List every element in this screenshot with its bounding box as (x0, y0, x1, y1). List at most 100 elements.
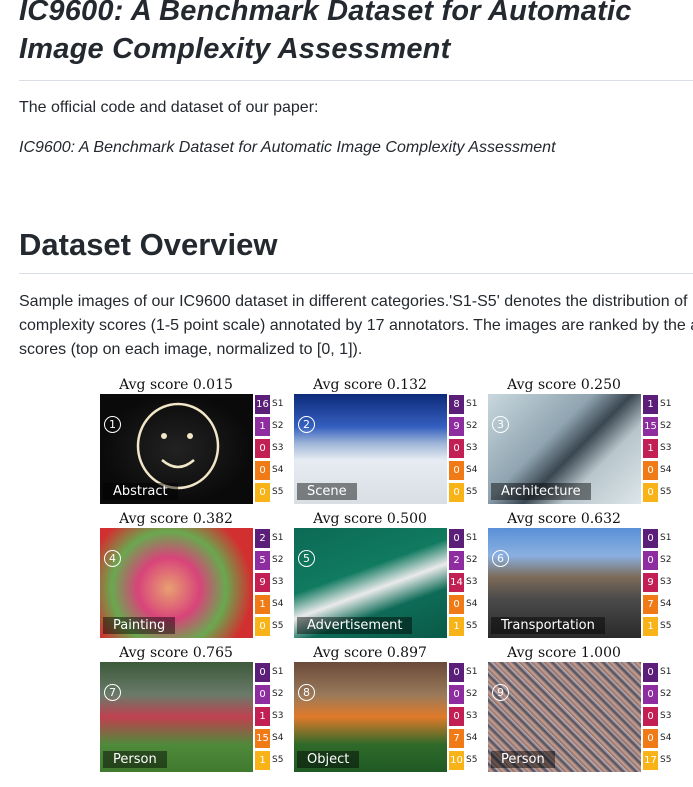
score-row: 9 S3 (255, 572, 288, 592)
score-row: 1 S5 (643, 616, 676, 636)
score-count: 0 (255, 461, 270, 480)
score-label: S3 (466, 711, 478, 721)
score-count: 8 (449, 395, 464, 414)
score-row: 15 S2 (643, 416, 676, 436)
score-row: 17 S5 (643, 750, 676, 770)
score-row: 10 S5 (449, 750, 482, 770)
score-label: S4 (272, 599, 284, 609)
score-label: S1 (272, 399, 284, 409)
title-divider (19, 80, 693, 81)
category-label: Person (103, 751, 167, 768)
sample-tile: Avg score 0.382 4 Painting 2 S1 5 S2 9 S3 1 S4 0 S5 (97, 510, 288, 642)
score-label: S3 (272, 443, 284, 453)
score-label: S4 (272, 465, 284, 475)
score-count: 0 (449, 439, 464, 458)
score-count: 1 (255, 595, 270, 614)
score-label: S5 (660, 755, 672, 765)
score-count: 0 (643, 707, 658, 726)
score-label: S2 (660, 555, 672, 565)
sample-image: 3 Architecture (488, 394, 641, 504)
paper-title-text: IC9600: A Benchmark Dataset for Automati… (19, 139, 556, 156)
score-distribution: 16 S1 1 S2 0 S3 0 S4 0 S5 (255, 394, 288, 504)
avg-score-label: Avg score 0.765 (119, 645, 233, 661)
score-row: 0 S1 (255, 662, 288, 682)
score-count: 0 (643, 483, 658, 502)
score-count: 10 (449, 751, 464, 770)
score-row: 1 S5 (255, 750, 288, 770)
score-count: 0 (449, 663, 464, 682)
score-row: 0 S4 (255, 460, 288, 480)
score-count: 15 (643, 417, 658, 436)
description-line-2: complexity scores (1-5 point scale) anno… (19, 317, 693, 334)
score-label: S1 (660, 399, 672, 409)
sample-tile: Avg score 0.250 3 Architecture 1 S1 15 S2 1 S3 0 S… (485, 376, 676, 508)
score-label: S4 (660, 733, 672, 743)
category-label: Abstract (103, 483, 178, 500)
score-row: 0 S1 (643, 528, 676, 548)
score-count: 9 (449, 417, 464, 436)
rank-number-badge: 6 (492, 550, 509, 567)
score-row: 15 S4 (255, 728, 288, 748)
score-count: 0 (449, 483, 464, 502)
title-line-1: IC9600: A Benchmark Dataset for Automati… (19, 0, 632, 27)
score-count: 0 (449, 529, 464, 548)
sample-image: 9 Person (488, 662, 641, 772)
score-label: S4 (660, 599, 672, 609)
section-heading: Dataset Overview (19, 227, 278, 262)
score-row: 7 S4 (449, 728, 482, 748)
score-count: 0 (643, 729, 658, 748)
score-row: 2 S1 (255, 528, 288, 548)
avg-score-label: Avg score 0.632 (507, 511, 621, 527)
score-row: 0 S1 (449, 528, 482, 548)
score-count: 17 (643, 751, 658, 770)
avg-score-label: Avg score 0.382 (119, 511, 233, 527)
score-count: 9 (255, 573, 270, 592)
score-label: S3 (660, 711, 672, 721)
score-count: 0 (643, 461, 658, 480)
score-label: S1 (466, 399, 478, 409)
category-label: Architecture (491, 483, 591, 500)
category-label: Advertisement (297, 617, 413, 634)
score-count: 0 (449, 595, 464, 614)
score-label: S1 (272, 667, 284, 677)
description-line-3: scores (top on each image, normalized to… (19, 341, 363, 358)
score-row: 0 S3 (643, 706, 676, 726)
score-label: S2 (272, 689, 284, 699)
score-count: 0 (643, 551, 658, 570)
score-count: 0 (255, 685, 270, 704)
score-count: 9 (643, 573, 658, 592)
score-label: S5 (660, 487, 672, 497)
score-count: 0 (255, 439, 270, 458)
score-count: 0 (255, 483, 270, 502)
score-label: S5 (660, 621, 672, 631)
score-label: S5 (272, 487, 284, 497)
sample-image: 2 Scene (294, 394, 447, 504)
score-label: S4 (466, 465, 478, 475)
category-label: Object (297, 751, 360, 768)
score-count: 2 (449, 551, 464, 570)
score-label: S4 (466, 733, 478, 743)
score-count: 0 (255, 617, 270, 636)
sample-tile: Avg score 0.632 6 Transportation 0 S1 0 S2 9 S3 7… (485, 510, 676, 642)
score-label: S2 (466, 689, 478, 699)
score-distribution: 0 S1 2 S2 14 S3 0 S4 1 S5 (449, 528, 482, 638)
sample-tile: Avg score 0.015 1 Abstract 16 S1 1 S2 0 S3 0 S4 0 S5 (97, 376, 288, 508)
rank-number-badge: 3 (492, 416, 509, 433)
rank-number-badge: 8 (298, 684, 315, 701)
sample-tile: Avg score 0.897 8 Object 0 S1 0 S2 0 S3 7 S4 10 S5 (291, 644, 482, 776)
score-row: 1 S3 (643, 438, 676, 458)
score-row: 0 S3 (255, 438, 288, 458)
score-count: 0 (449, 707, 464, 726)
score-label: S2 (272, 421, 284, 431)
category-label: Transportation (491, 617, 605, 634)
sample-tile: Avg score 1.000 9 Person 0 S1 0 S2 0 S3 0 S4 17 S5 (485, 644, 676, 776)
score-label: S4 (660, 465, 672, 475)
category-label: Person (491, 751, 555, 768)
avg-score-label: Avg score 0.132 (313, 377, 427, 393)
score-row: 9 S3 (643, 572, 676, 592)
score-count: 7 (449, 729, 464, 748)
score-count: 1 (643, 395, 658, 414)
sample-tile: Avg score 0.765 7 Person 0 S1 0 S2 1 S3 15 S4 1 S5 (97, 644, 288, 776)
score-count: 14 (449, 573, 464, 592)
score-count: 1 (449, 617, 464, 636)
